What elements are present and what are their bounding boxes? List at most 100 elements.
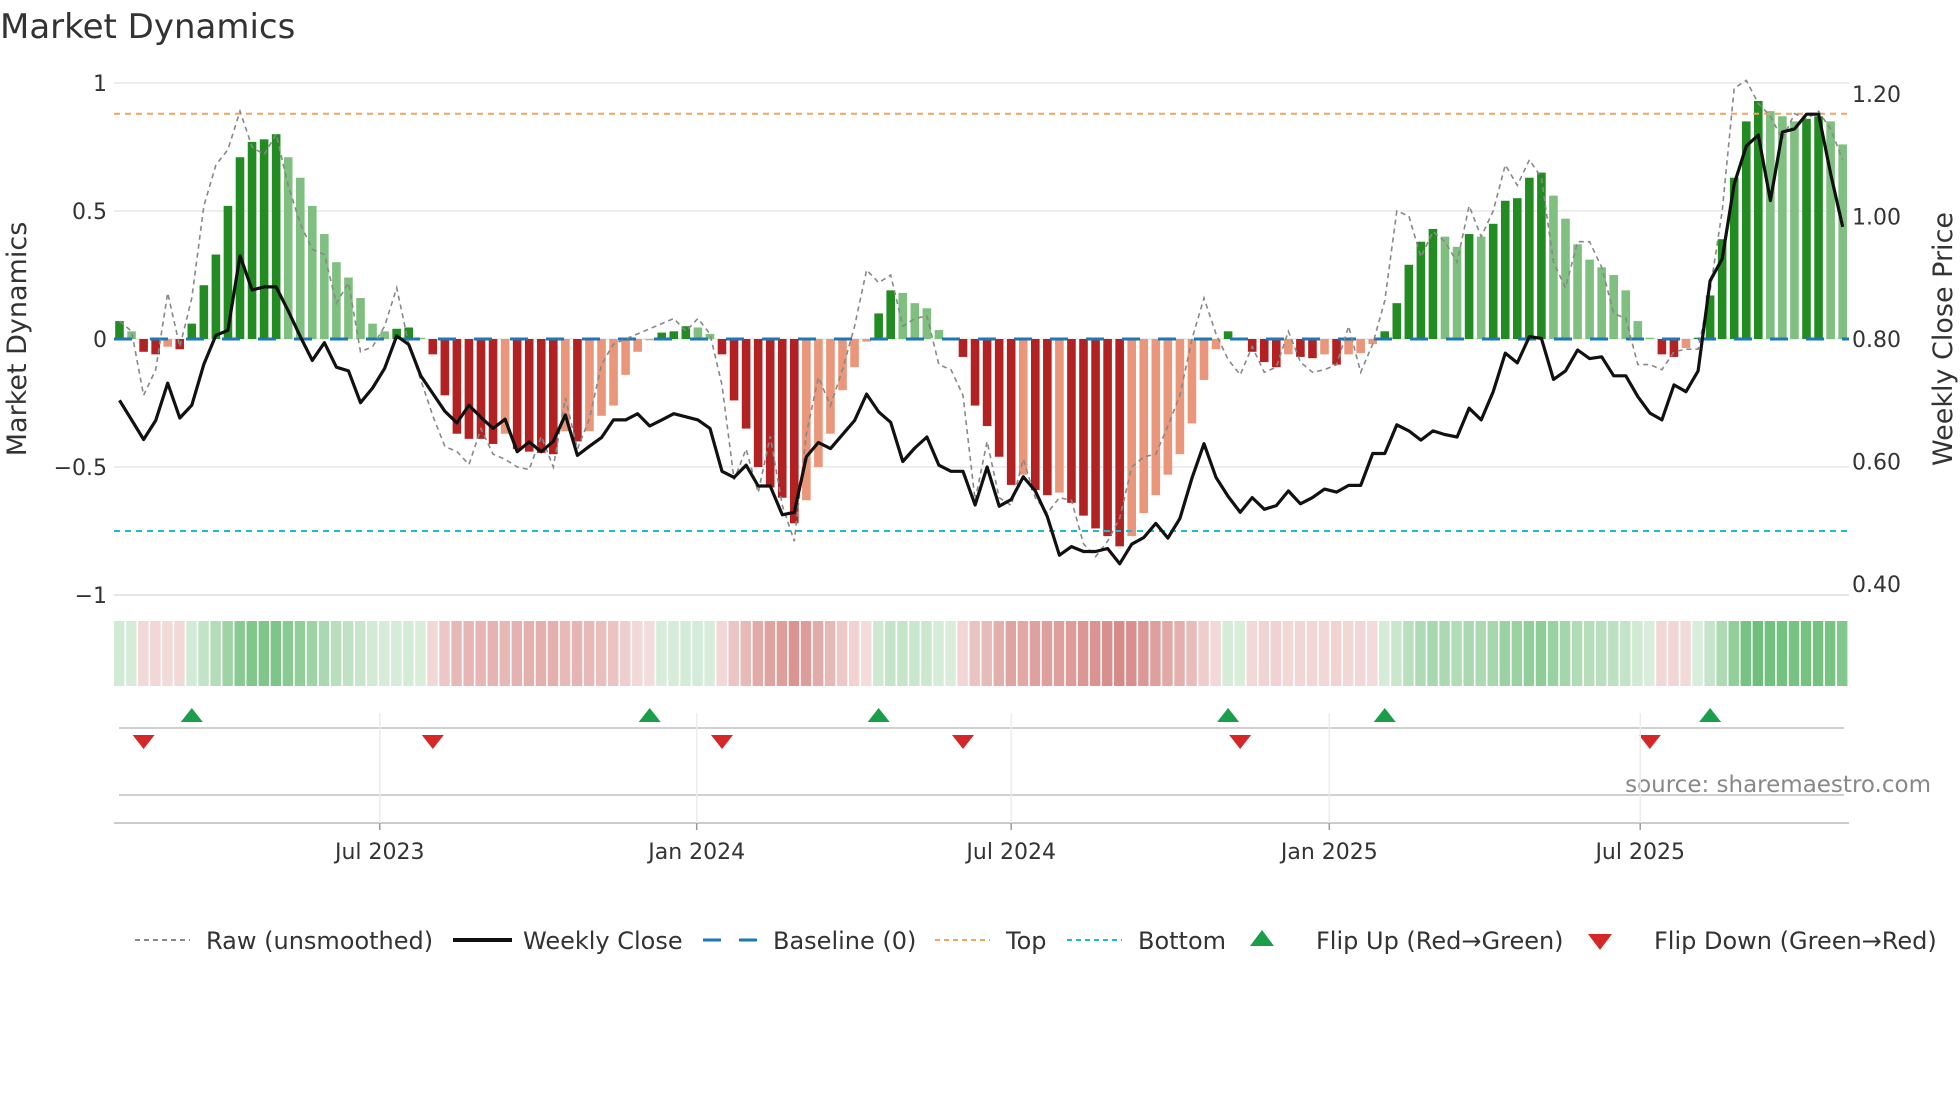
regime-strip-cell <box>921 621 932 686</box>
regime-strip-cell <box>1379 621 1390 686</box>
dynamics-bar <box>1067 339 1076 503</box>
regime-strip-cell <box>511 621 523 686</box>
dynamics-bar <box>1645 337 1655 339</box>
regime-strip-cell <box>1186 621 1197 686</box>
dynamics-bar <box>717 339 727 355</box>
regime-strip-cell <box>1089 621 1101 686</box>
regime-strip-cell <box>1475 621 1486 686</box>
regime-strip-cell <box>788 621 800 686</box>
flip-up-marker <box>867 708 890 722</box>
legend-label: Bottom <box>1138 927 1226 955</box>
regime-strip-cell <box>1222 621 1233 686</box>
dynamics-bar <box>1790 121 1799 340</box>
regime-strip-cell <box>379 621 390 686</box>
regime-strip-cell <box>1246 621 1258 686</box>
x-tick-label: Jul 2023 <box>333 840 425 865</box>
regime-strip-cell <box>1776 621 1788 686</box>
dynamics-bar <box>922 308 932 339</box>
dynamics-bar <box>1476 236 1486 339</box>
regime-strip-cell <box>535 621 547 686</box>
legend-item-raw: Raw (unsmoothed) <box>135 927 433 955</box>
regime-strip-cell <box>330 621 342 686</box>
dynamics-bar <box>729 339 739 401</box>
y2-tick-label: 0.60 <box>1852 451 1901 476</box>
regime-strip-cell <box>1788 621 1800 686</box>
dynamics-bar <box>1296 339 1305 357</box>
regime-strip-cell <box>1029 621 1041 686</box>
regime-strip-cell <box>1065 621 1077 686</box>
x-tick-label: Jan 2025 <box>1279 840 1378 865</box>
dynamics-bar <box>1585 259 1594 339</box>
dynamics-bar <box>1597 267 1606 339</box>
regime-strip-cell <box>1391 621 1402 686</box>
dynamics-bar <box>1356 339 1365 354</box>
regime-strip-cell <box>1318 621 1330 686</box>
regime-strip-cell <box>933 621 944 686</box>
dynamics-bar <box>1633 321 1643 339</box>
regime-strip-cell <box>861 621 872 686</box>
dynamics-bar <box>1802 118 1811 339</box>
chart-title: Market Dynamics <box>0 7 295 47</box>
dynamics-bar <box>573 339 582 442</box>
regime-strip-cell <box>354 621 366 686</box>
regime-strip-cell <box>1427 621 1438 686</box>
legend-label: Flip Down (Green→Red) <box>1654 927 1937 955</box>
dynamics-bar <box>1681 339 1691 348</box>
dynamics-bar <box>1440 236 1450 339</box>
regime-strip-cell <box>415 621 426 686</box>
regime-strip-cell <box>945 621 956 686</box>
regime-strip-cell <box>306 621 318 686</box>
regime-strip-cell <box>993 621 1004 686</box>
x-tick-label: Jan 2024 <box>646 840 745 865</box>
regime-strip-cell <box>1668 621 1679 686</box>
flip-down-marker <box>1229 735 1252 749</box>
regime-strip-cell <box>1608 621 1619 686</box>
regime-strip-cell <box>1487 621 1498 686</box>
regime-strip-cell <box>523 621 535 686</box>
regime-strip-cell <box>451 621 462 686</box>
regime-strip-cell <box>848 621 860 686</box>
dynamics-bar <box>295 177 305 339</box>
dynamics-bar <box>1332 339 1341 365</box>
dynamics-bar <box>1320 339 1329 355</box>
dynamics-bar <box>320 234 329 339</box>
regime-strip-cell <box>1764 621 1776 686</box>
regime-strip-cell <box>234 621 245 686</box>
flip-up-icon <box>1250 930 1274 946</box>
regime-strip-cell <box>716 621 727 686</box>
regime-strip-cell <box>1330 621 1342 686</box>
dynamics-bar <box>1464 234 1474 339</box>
regime-strip-cell <box>1583 621 1595 686</box>
dynamics-bar <box>332 262 341 339</box>
dynamics-bar <box>476 339 486 439</box>
regime-strip-cell <box>162 621 173 686</box>
flip-up-marker <box>1373 708 1396 722</box>
dynamics-bar <box>1284 339 1293 355</box>
dynamics-bar <box>898 292 908 339</box>
x-tick-label: Jul 2025 <box>1593 840 1685 865</box>
dynamics-bar <box>826 339 835 434</box>
dynamics-bar <box>1308 339 1317 359</box>
dynamics-bar <box>1091 339 1100 529</box>
regime-strip-cell <box>728 621 739 686</box>
regime-strip-cell <box>1547 621 1559 686</box>
regime-strip-cell <box>367 621 378 686</box>
dynamics-bar <box>1814 116 1823 339</box>
flip-up-marker <box>638 708 661 722</box>
dynamics-bar <box>1657 339 1667 355</box>
dynamics-bar <box>585 339 594 432</box>
regime-strip-cell <box>897 621 908 686</box>
dynamics-bar <box>609 339 618 406</box>
regime-strip-cell <box>969 621 980 686</box>
regime-strip-cell <box>270 621 282 686</box>
dynamics-bar <box>1055 339 1064 493</box>
regime-strip-cell <box>644 621 655 686</box>
dynamics-bar <box>741 339 751 429</box>
regime-strip-cell <box>1270 621 1282 686</box>
regime-strip-cell <box>1114 621 1125 686</box>
regime-strip-cell <box>1463 621 1474 686</box>
dynamics-bar <box>368 323 377 339</box>
regime-strip-cell <box>1644 621 1655 686</box>
regime-strip-cell <box>692 621 703 686</box>
dynamics-bar <box>994 339 1004 457</box>
